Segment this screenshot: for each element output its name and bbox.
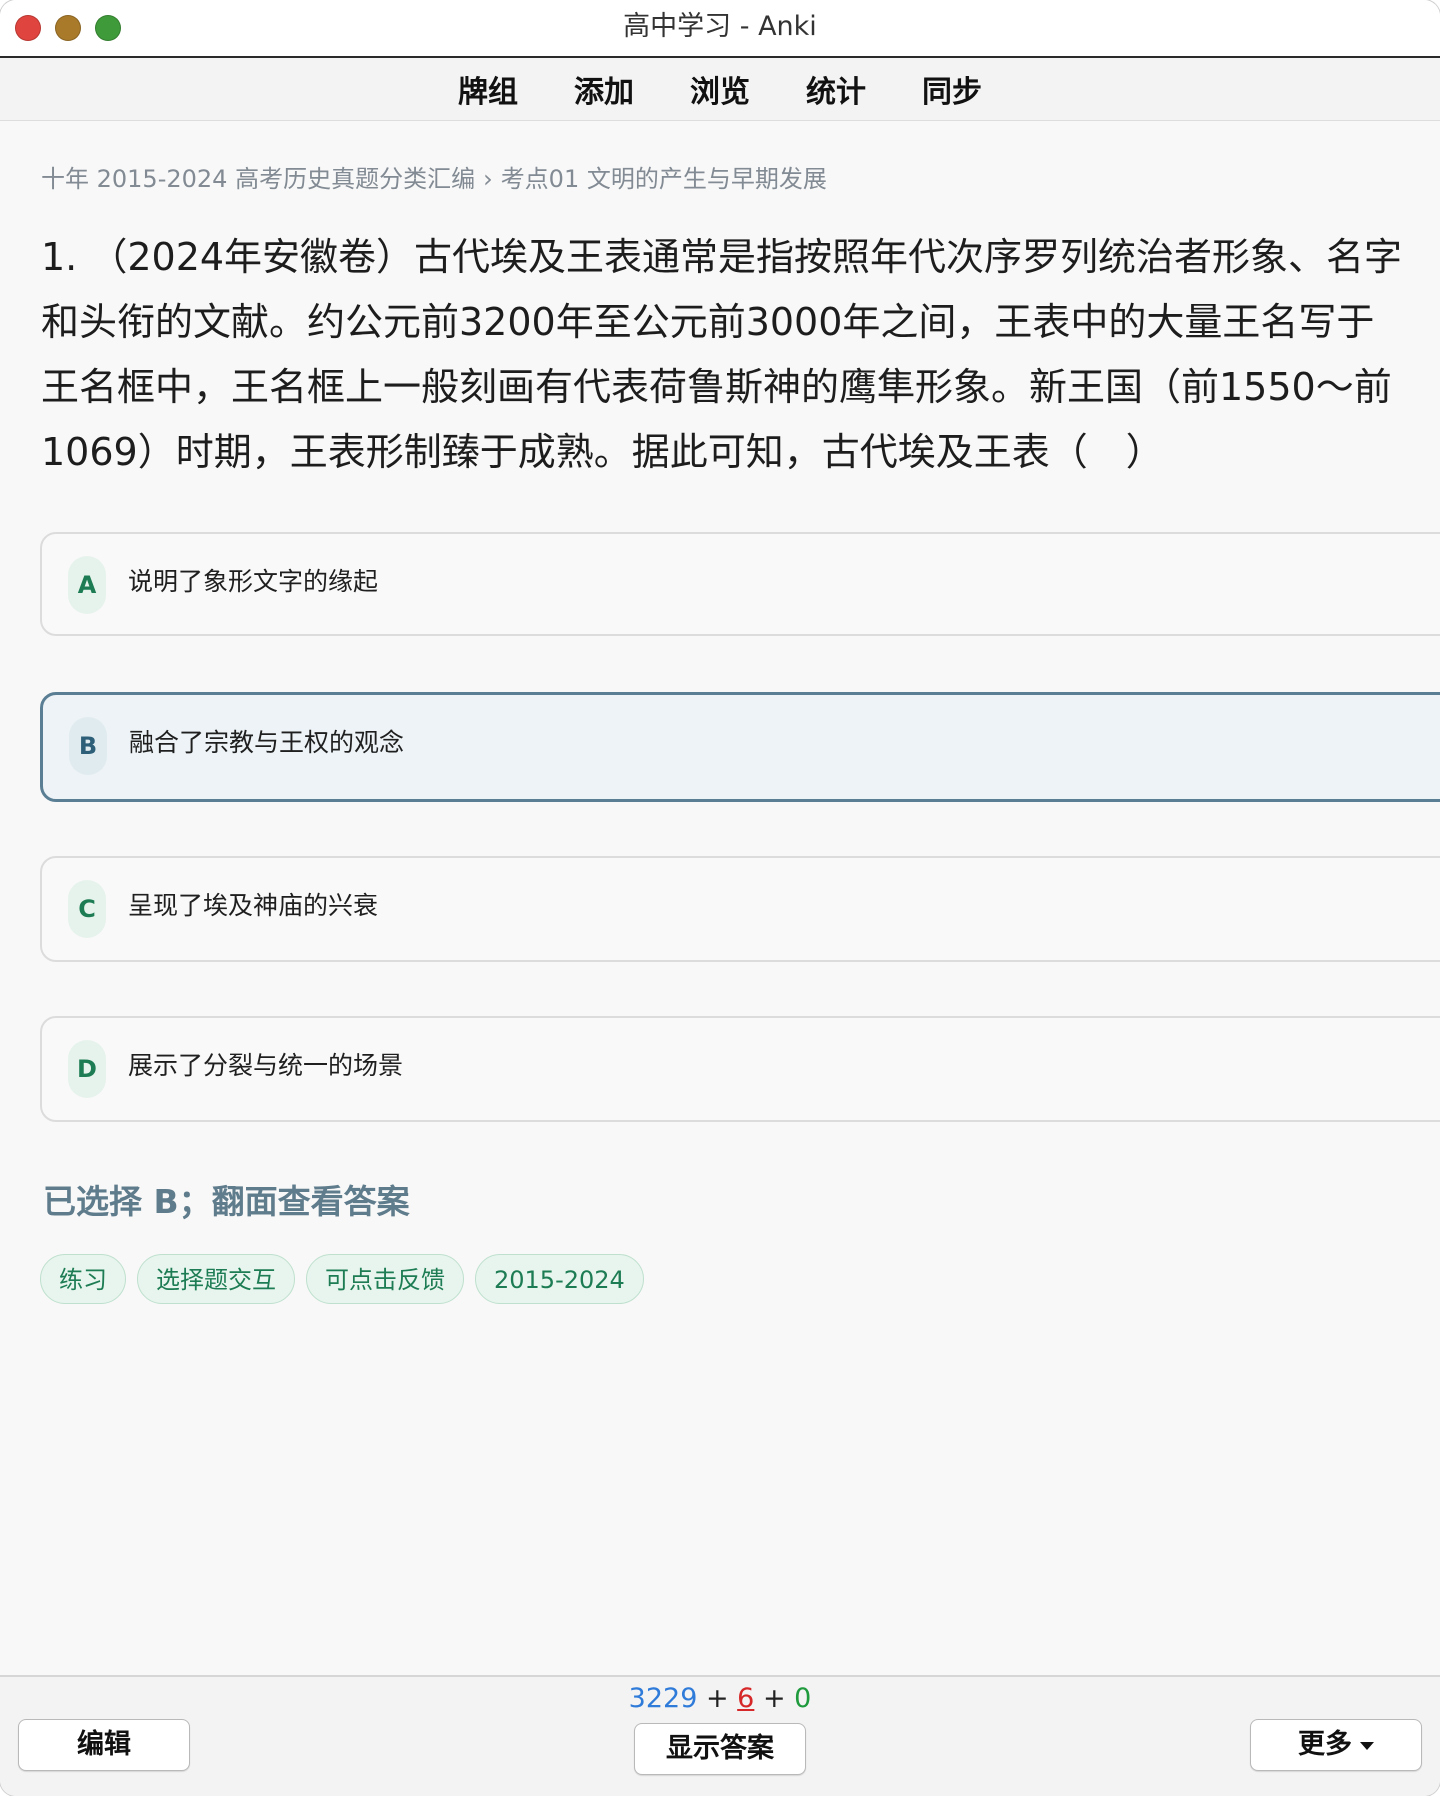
toolbar-decks[interactable]: 牌组 (430, 67, 546, 111)
option-text: 说明了象形文字的缘起 (128, 567, 379, 596)
due-counts: 3229 + 6 + 0 (0, 1683, 1440, 1714)
tag-chip[interactable]: 可点击反馈 (306, 1254, 464, 1304)
main-toolbar: 牌组 添加 浏览 统计 同步 (0, 58, 1440, 121)
more-button-label: 更多 (1298, 1729, 1352, 1760)
toolbar-add[interactable]: 添加 (546, 67, 662, 111)
window-title: 高中学习 - Anki (623, 11, 817, 42)
option-c[interactable]: C 呈现了埃及神庙的兴衰 (40, 856, 1440, 962)
breadcrumb-subdeck: 考点01 文明的产生与早期发展 (500, 165, 827, 193)
count-plus: + (697, 1683, 738, 1714)
title-bar: 高中学习 - Anki (0, 0, 1440, 58)
anki-window: 高中学习 - Anki 牌组 添加 浏览 统计 同步 十年 2015-2024 … (0, 0, 1440, 1796)
toolbar-stats[interactable]: 统计 (778, 67, 894, 111)
question-line: 1. （2024年安徽卷）古代埃及王表通常是指按照年代次序罗列统治者形象、名字 (41, 235, 1403, 279)
selection-status: 已选择 B；翻面查看答案 (43, 1182, 410, 1221)
question-text: 1. （2024年安徽卷）古代埃及王表通常是指按照年代次序罗列统治者形象、名字 … (41, 225, 1411, 485)
option-a[interactable]: A 说明了象形文字的缘起 (40, 532, 1440, 636)
new-count: 3229 (628, 1683, 698, 1714)
show-answer-button[interactable]: 显示答案 (634, 1723, 806, 1775)
tag-chip[interactable]: 选择题交互 (137, 1254, 295, 1304)
card-content: 十年 2015-2024 高考历史真题分类汇编 › 考点01 文明的产生与早期发展 … (0, 121, 1440, 1675)
tag-chip[interactable]: 练习 (40, 1254, 126, 1304)
tag-chip[interactable]: 2015-2024 (475, 1254, 644, 1304)
count-plus: + (754, 1683, 795, 1714)
edit-button[interactable]: 编辑 (18, 1719, 190, 1771)
breadcrumb-separator: › (483, 165, 493, 193)
option-text: 展示了分裂与统一的场景 (128, 1051, 404, 1080)
breadcrumb: 十年 2015-2024 高考历史真题分类汇编 › 考点01 文明的产生与早期发展 (41, 159, 827, 194)
option-d[interactable]: D 展示了分裂与统一的场景 (40, 1016, 1440, 1122)
option-text: 呈现了埃及神庙的兴衰 (128, 891, 379, 920)
question-line: 王名框中，王名框上一般刻画有代表荷鲁斯神的鹰隼形象。新王国（前1550～前 (41, 365, 1392, 409)
caret-down-icon (1360, 1741, 1374, 1750)
option-letter-badge: A (68, 556, 106, 614)
option-letter-badge: B (69, 717, 107, 775)
tag-list: 练习 选择题交互 可点击反馈 2015-2024 (40, 1254, 644, 1304)
more-button[interactable]: 更多 (1250, 1719, 1422, 1771)
option-text: 融合了宗教与王权的观念 (129, 728, 405, 757)
toolbar-browse[interactable]: 浏览 (662, 67, 778, 111)
toolbar-sync[interactable]: 同步 (894, 67, 1010, 111)
bottom-bar: 3229 + 6 + 0 编辑 显示答案 更多 (0, 1675, 1440, 1796)
option-letter-badge: D (68, 1040, 106, 1098)
question-line: 1069）时期，王表形制臻于成熟。据此可知，古代埃及王表（ ） (41, 430, 1164, 474)
question-line: 和头衔的文献。约公元前3200年至公元前3000年之间，王表中的大量王名写于 (41, 300, 1375, 344)
learning-count: 6 (737, 1683, 755, 1714)
breadcrumb-deck: 十年 2015-2024 高考历史真题分类汇编 (41, 165, 476, 193)
option-b[interactable]: B 融合了宗教与王权的观念 (40, 692, 1440, 802)
review-count: 0 (794, 1683, 812, 1714)
option-letter-badge: C (68, 880, 106, 938)
